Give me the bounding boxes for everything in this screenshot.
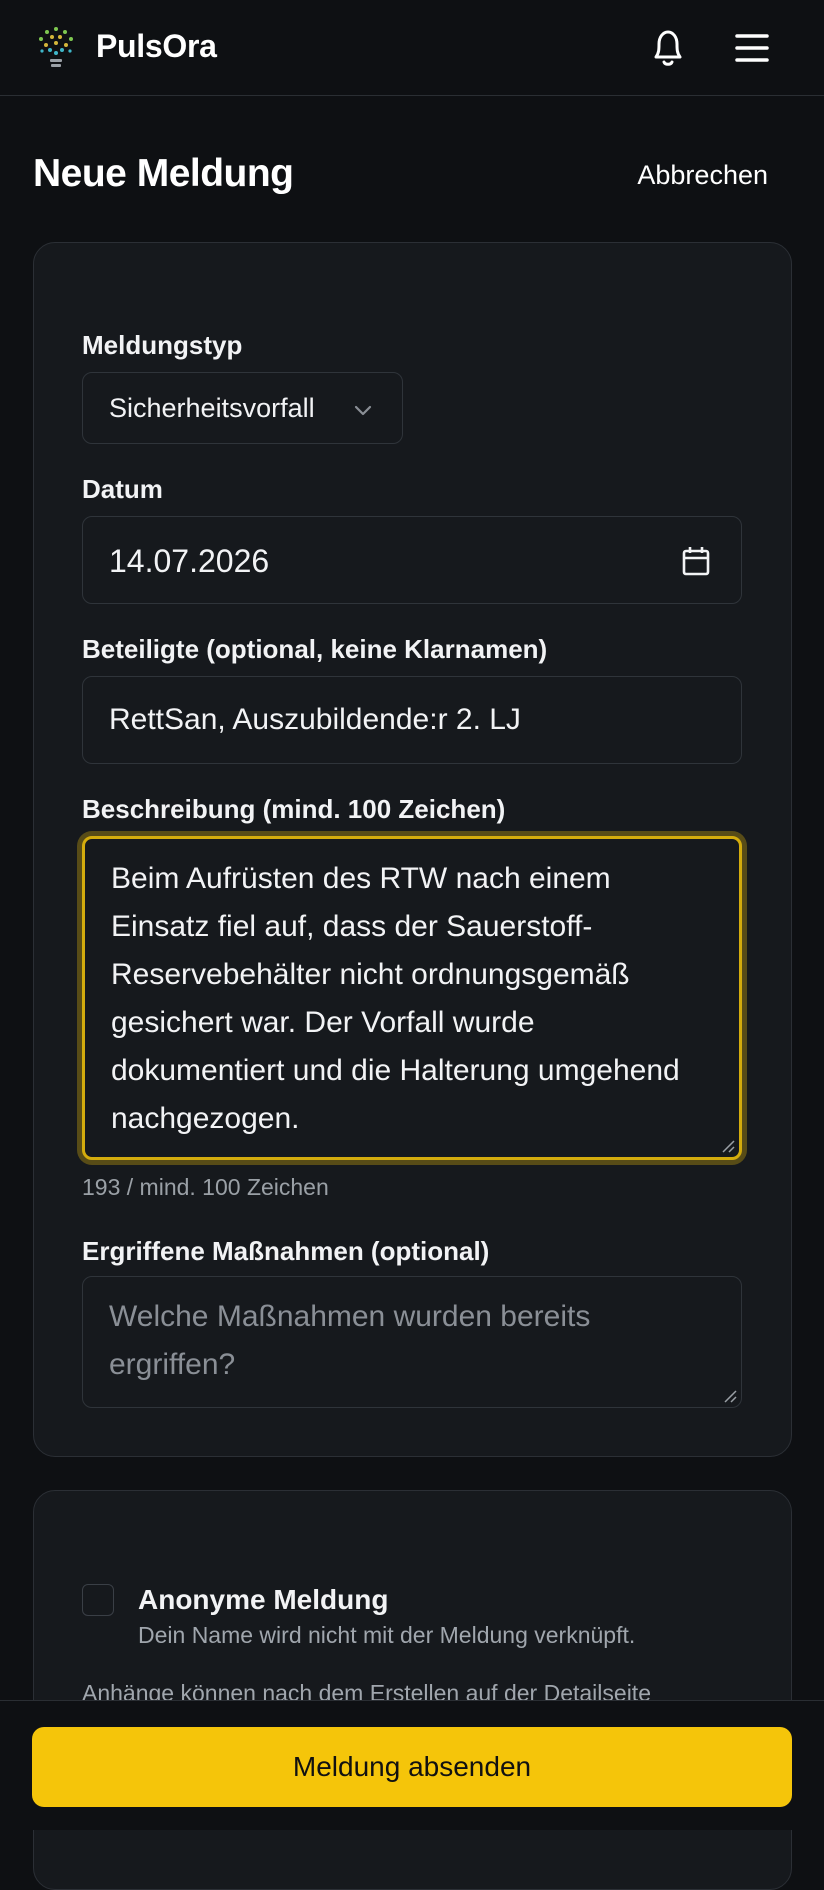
calendar-icon[interactable] [681,545,711,577]
description-text: Beim Aufrüsten des RTW nach einem Einsat… [111,862,680,1135]
measures-placeholder: Welche Maßnahmen wurden bereits ergriffe… [109,1300,591,1381]
measures-textarea[interactable]: Welche Maßnahmen wurden bereits ergriffe… [82,1276,742,1408]
lightbulb-dots-icon[interactable] [34,24,78,72]
anonymous-title: Anonyme Meldung [138,1584,389,1615]
date-value: 14.07.2026 [109,543,270,579]
hamburger-menu-icon[interactable] [732,28,772,68]
chevron-down-icon [354,405,372,416]
description-char-counter: 193 / mind. 100 Zeichen [82,1174,329,1200]
participants-field[interactable]: RettSan, Auszubildende:r 2. LJ [82,676,742,764]
footer-bar: Meldung absenden [0,1700,824,1830]
anonymous-description: Dein Name wird nicht mit der Meldung ver… [138,1622,636,1648]
measures-label: Ergriffene Maßnahmen (optional) [82,1236,490,1266]
resize-handle-icon[interactable] [719,1137,735,1153]
participants-value: RettSan, Auszubildende:r 2. LJ [109,703,521,736]
report-type-value: Sicherheitsvorfall [109,393,315,423]
cancel-button[interactable]: Abbrechen [637,160,768,191]
resize-handle-icon[interactable] [721,1387,737,1403]
submit-report-button[interactable]: Meldung absenden [32,1727,792,1807]
report-type-select[interactable]: Sicherheitsvorfall [82,372,403,444]
type-label: Meldungstyp [82,330,243,360]
participants-label: Beteiligte (optional, keine Klarnamen) [82,634,548,664]
date-field[interactable]: 14.07.2026 [82,516,742,604]
description-textarea[interactable]: Beim Aufrüsten des RTW nach einem Einsat… [82,836,742,1160]
bell-icon[interactable] [646,24,690,72]
date-label: Datum [82,474,163,504]
anonymous-checkbox[interactable] [82,1584,114,1616]
page-title: Neue Meldung [33,152,294,195]
app-header: PulsOra [0,0,824,96]
description-label: Beschreibung (mind. 100 Zeichen) [82,794,506,824]
brand-name[interactable]: PulsOra [96,28,217,65]
